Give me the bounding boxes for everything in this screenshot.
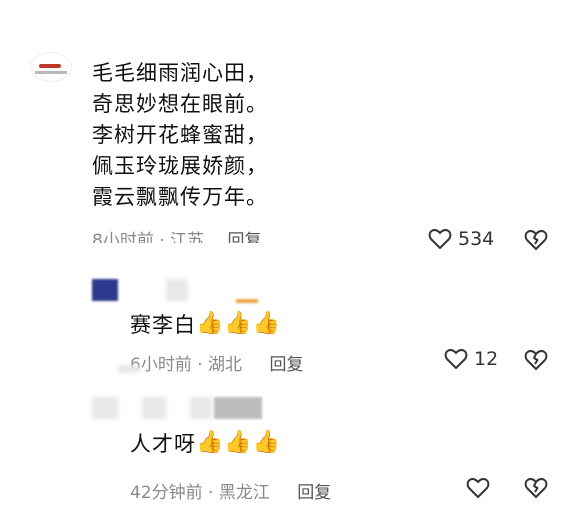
thumbs-up-icon: 👍	[196, 311, 225, 336]
blurred-username	[214, 397, 262, 419]
thumbs-up-icon: 👍	[224, 311, 253, 336]
comment-location: 江苏	[170, 231, 205, 243]
poem-line: 佩玉玲珑展娇颜，	[92, 154, 268, 178]
avatar-logo-text	[35, 71, 67, 74]
meta-separator: ·	[197, 355, 203, 375]
avatar-logo-bar	[39, 64, 61, 68]
poem-line: 李树开花蜂蜜甜，	[92, 123, 268, 147]
blurred-overlay	[118, 365, 140, 373]
blurred-username	[142, 397, 166, 419]
reply-avatar[interactable]	[92, 397, 118, 419]
poem-line: 霞云飘飘传万年。	[92, 185, 268, 209]
reply-text-content: 赛李白	[130, 313, 196, 337]
dislike-button[interactable]	[524, 349, 548, 371]
thumbs-up-icon: 👍	[252, 430, 282, 455]
broken-heart-icon	[524, 230, 548, 250]
blurred-username	[190, 397, 212, 419]
reply-button[interactable]: 回复	[297, 483, 331, 503]
like-count: 12	[474, 348, 499, 370]
comment-meta: 8小时前 · 江苏 回复	[92, 226, 261, 243]
like-count: 534	[458, 228, 495, 250]
comment-body: 毛毛细雨润心田， 奇思妙想在眼前。 李树开花蜂蜜甜， 佩玉玲珑展娇颜， 霞云飘飘…	[92, 58, 268, 213]
reply-location: 黑龙江	[218, 483, 270, 503]
comment-time: 8小时前	[92, 231, 154, 243]
poem-line: 毛毛细雨润心田，	[92, 61, 268, 85]
user-badge	[236, 299, 258, 303]
reply-time: 42分钟前	[130, 483, 203, 503]
dislike-button[interactable]	[524, 229, 548, 251]
reply-button[interactable]: 回复	[227, 231, 261, 243]
heart-outline-icon	[466, 478, 490, 498]
dislike-button[interactable]	[524, 477, 548, 499]
thumbs-up-icon: 👍	[252, 311, 282, 336]
reply-text: 赛李白 👍 👍 👍	[130, 309, 281, 339]
meta-separator: ·	[159, 231, 165, 243]
heart-outline-icon	[428, 229, 452, 249]
broken-heart-icon	[524, 350, 548, 370]
heart-outline-icon	[444, 349, 468, 369]
thumbs-up-icon: 👍	[224, 430, 253, 455]
commenter-avatar[interactable]	[30, 52, 72, 82]
reply-text: 人才呀 👍 👍 👍	[130, 428, 281, 458]
meta-separator: ·	[208, 483, 214, 503]
reply-meta: 42分钟前 · 黑龙江 回复	[130, 478, 331, 503]
reply-button[interactable]: 回复	[269, 355, 303, 375]
broken-heart-icon	[524, 478, 548, 498]
reply-meta: 6小时前 · 湖北 回复	[130, 350, 303, 375]
blurred-username	[166, 279, 188, 301]
reply-text-content: 人才呀	[130, 432, 196, 456]
reply-avatar[interactable]	[92, 279, 118, 301]
like-button[interactable]	[466, 477, 496, 499]
like-button[interactable]: 534	[428, 228, 494, 250]
thumbs-up-icon: 👍	[196, 430, 225, 455]
poem-line: 奇思妙想在眼前。	[92, 92, 268, 116]
like-button[interactable]: 12	[444, 348, 498, 370]
reply-location: 湖北	[208, 355, 243, 375]
